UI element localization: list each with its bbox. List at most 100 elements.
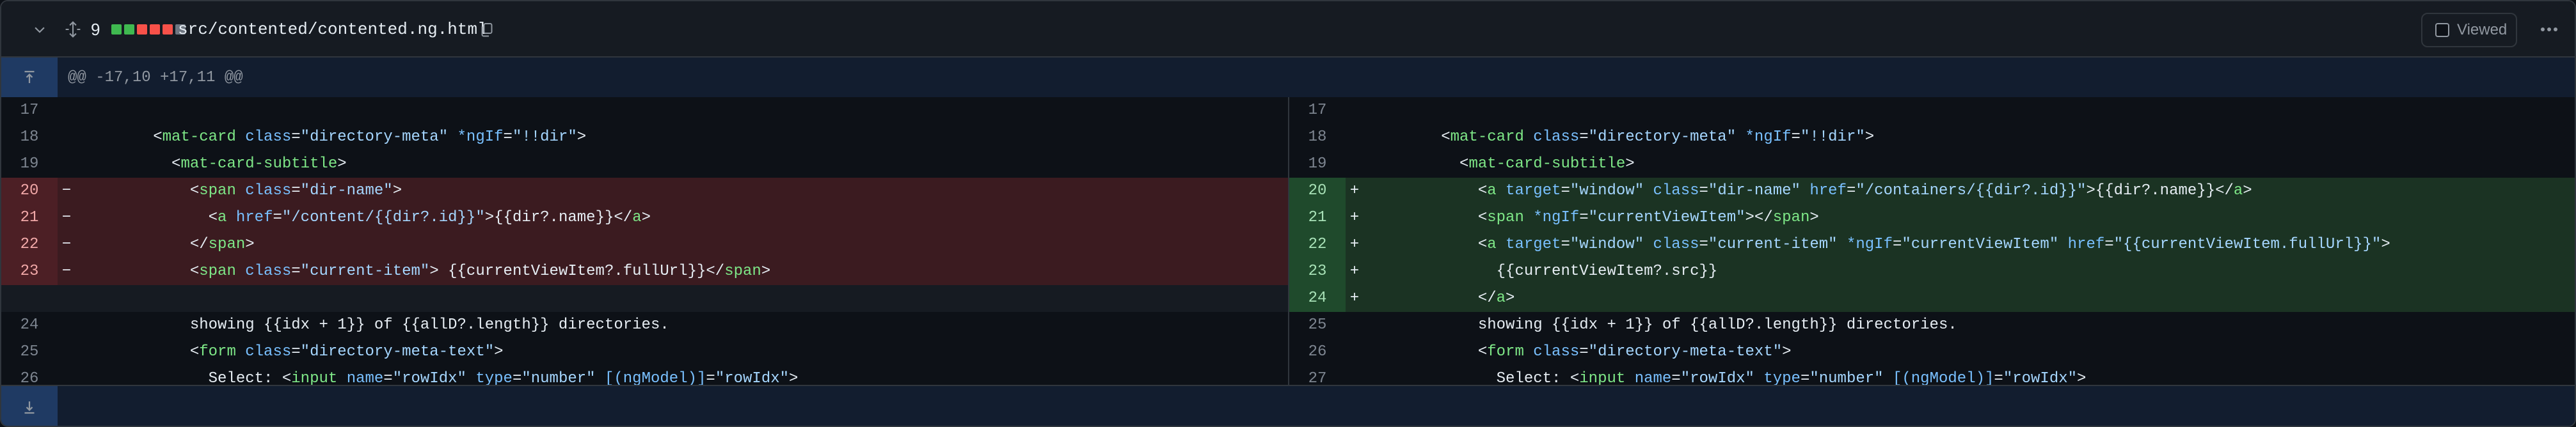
diff-line: 20 + <a target="window" class="dir-name" … [1289,178,2575,205]
diff-sign: − [61,209,72,226]
line-number[interactable]: 22 [1,231,58,258]
diff-sign [1346,124,1364,151]
line-number[interactable]: 18 [1289,124,1346,151]
footer-expand-row [1,385,2575,426]
code-text: <span *ngIf="currentViewItem"></span> [1477,209,1819,226]
viewed-label: Viewed [2457,21,2508,38]
line-number[interactable] [1,285,58,312]
chevron-down-icon[interactable] [28,1,51,58]
diff-sign: + [1349,182,1360,199]
diff-sign: + [1349,209,1360,226]
diff-line [1,285,1288,312]
line-number[interactable]: 25 [1289,312,1346,339]
kebab-horizontal-icon[interactable] [2535,1,2563,58]
code-text: <span class="current-item"> {{currentVie… [189,263,771,280]
code-text: <form class="directory-meta-text"> [1477,343,1792,361]
diffstat-square [124,24,134,35]
line-number[interactable]: 18 [1,124,58,151]
line-number[interactable]: 22 [1289,231,1346,258]
diff-file: 9 src/contented/contented.ng.html Viewed… [0,0,2576,427]
hunk-range: @@ -17,10 +17,11 @@ [68,68,243,86]
diffstat-square [111,24,122,35]
diff-line: 21− <a href="/content/{{dir?.id}}">{{dir… [1,205,1288,231]
file-name[interactable]: src/contented/contented.ng.html [178,1,488,58]
unfold-icon[interactable] [61,1,84,58]
line-number[interactable]: 21 [1289,205,1346,231]
diff-sign [58,312,76,339]
change-count: 9 [91,19,100,39]
checkbox-square[interactable] [2435,23,2449,37]
diff-sign: + [1349,290,1360,307]
code-text: {{currentViewItem?.src}} [1367,263,1718,280]
diff-line: 23− <span class="current-item"> {{curren… [1,258,1288,285]
diff-line: 25 <form class="directory-meta-text"> [1,339,1288,366]
line-number[interactable]: 19 [1289,151,1346,178]
diff-line: 19 <mat-card-subtitle> [1289,151,2575,178]
line-number[interactable]: 19 [1,151,58,178]
code-text: <mat-card-subtitle> [171,155,347,173]
diff-sign [1346,151,1364,178]
diff-line: 19 <mat-card-subtitle> [1,151,1288,178]
line-number[interactable]: 20 [1,178,58,205]
code-text: <mat-card class="directory-meta" *ngIf="… [1441,128,1875,146]
code-text: showing {{idx + 1}} of {{allD?.length}} … [1367,316,1957,334]
code-text: <a target="window" class="current-item" … [1477,236,2390,253]
code-text: <mat-card-subtitle> [1459,155,1635,173]
diff-line: 17 [1289,97,2575,124]
diff-line: 22− </span> [1,231,1288,258]
diff-sign [58,124,76,151]
diff-line: 26 <form class="directory-meta-text"> [1289,339,2575,366]
code-text: <a href="/content/{{dir?.id}}">{{dir?.na… [208,209,651,226]
diff-sign [1346,312,1364,339]
left-pane: 17 18 <mat-card class="directory-meta" *n… [1,97,1288,387]
hunk-header: @@ -17,10 +17,11 @@ [1,58,2575,97]
expand-up-icon[interactable] [1,58,58,97]
diff-sign [58,285,76,312]
diffstat-square [150,24,160,35]
expand-down-icon[interactable] [1,386,58,426]
line-number[interactable]: 24 [1,312,58,339]
code-text: </a> [1477,290,1515,307]
line-number[interactable]: 17 [1289,97,1346,124]
diff-sign: − [61,236,72,253]
right-pane: 17 18 <mat-card class="directory-meta" *n… [1288,97,2575,387]
code-text: <span class="dir-name"> [189,182,402,199]
diff-sign: − [61,182,72,199]
diff-line: 18 <mat-card class="directory-meta" *ngI… [1,124,1288,151]
file-header: 9 src/contented/contented.ng.html Viewed [1,1,2575,58]
diff-sign [1346,97,1364,124]
line-number[interactable]: 23 [1,258,58,285]
diff-line: 23 + {{currentViewItem?.src}} [1289,258,2575,285]
line-number[interactable]: 26 [1289,339,1346,366]
line-number[interactable]: 23 [1289,258,1346,285]
code-text: <a target="window" class="dir-name" href… [1477,182,2252,199]
diff-sign: + [1349,236,1360,253]
diff-line: 24 + </a> [1289,285,2575,312]
diff-sign: − [61,263,72,280]
line-number[interactable]: 20 [1289,178,1346,205]
diff-sign [58,97,76,124]
code-text: </span> [189,236,255,253]
diff-line: 18 <mat-card class="directory-meta" *ngI… [1289,124,2575,151]
diff-line: 25 showing {{idx + 1}} of {{allD?.length… [1289,312,2575,339]
copy-icon[interactable] [476,1,498,58]
diff-sign [58,339,76,366]
diffstat-square [163,24,173,35]
diff-line: 17 [1,97,1288,124]
diff-line: 24 showing {{idx + 1}} of {{allD?.length… [1,312,1288,339]
diff-sign: + [1349,263,1360,280]
line-number[interactable]: 17 [1,97,58,124]
line-number[interactable]: 24 [1289,285,1346,312]
code-text: showing {{idx + 1}} of {{allD?.length}} … [79,316,669,334]
viewed-checkbox[interactable]: Viewed [2421,13,2517,47]
diff-line: 21 + <span *ngIf="currentViewItem"></span… [1289,205,2575,231]
diff-line: 20− <span class="dir-name"> [1,178,1288,205]
line-number[interactable]: 25 [1,339,58,366]
diffstat [111,1,186,58]
code-text: <form class="directory-meta-text"> [189,343,504,361]
diff-sign [1346,339,1364,366]
line-number[interactable]: 21 [1,205,58,231]
